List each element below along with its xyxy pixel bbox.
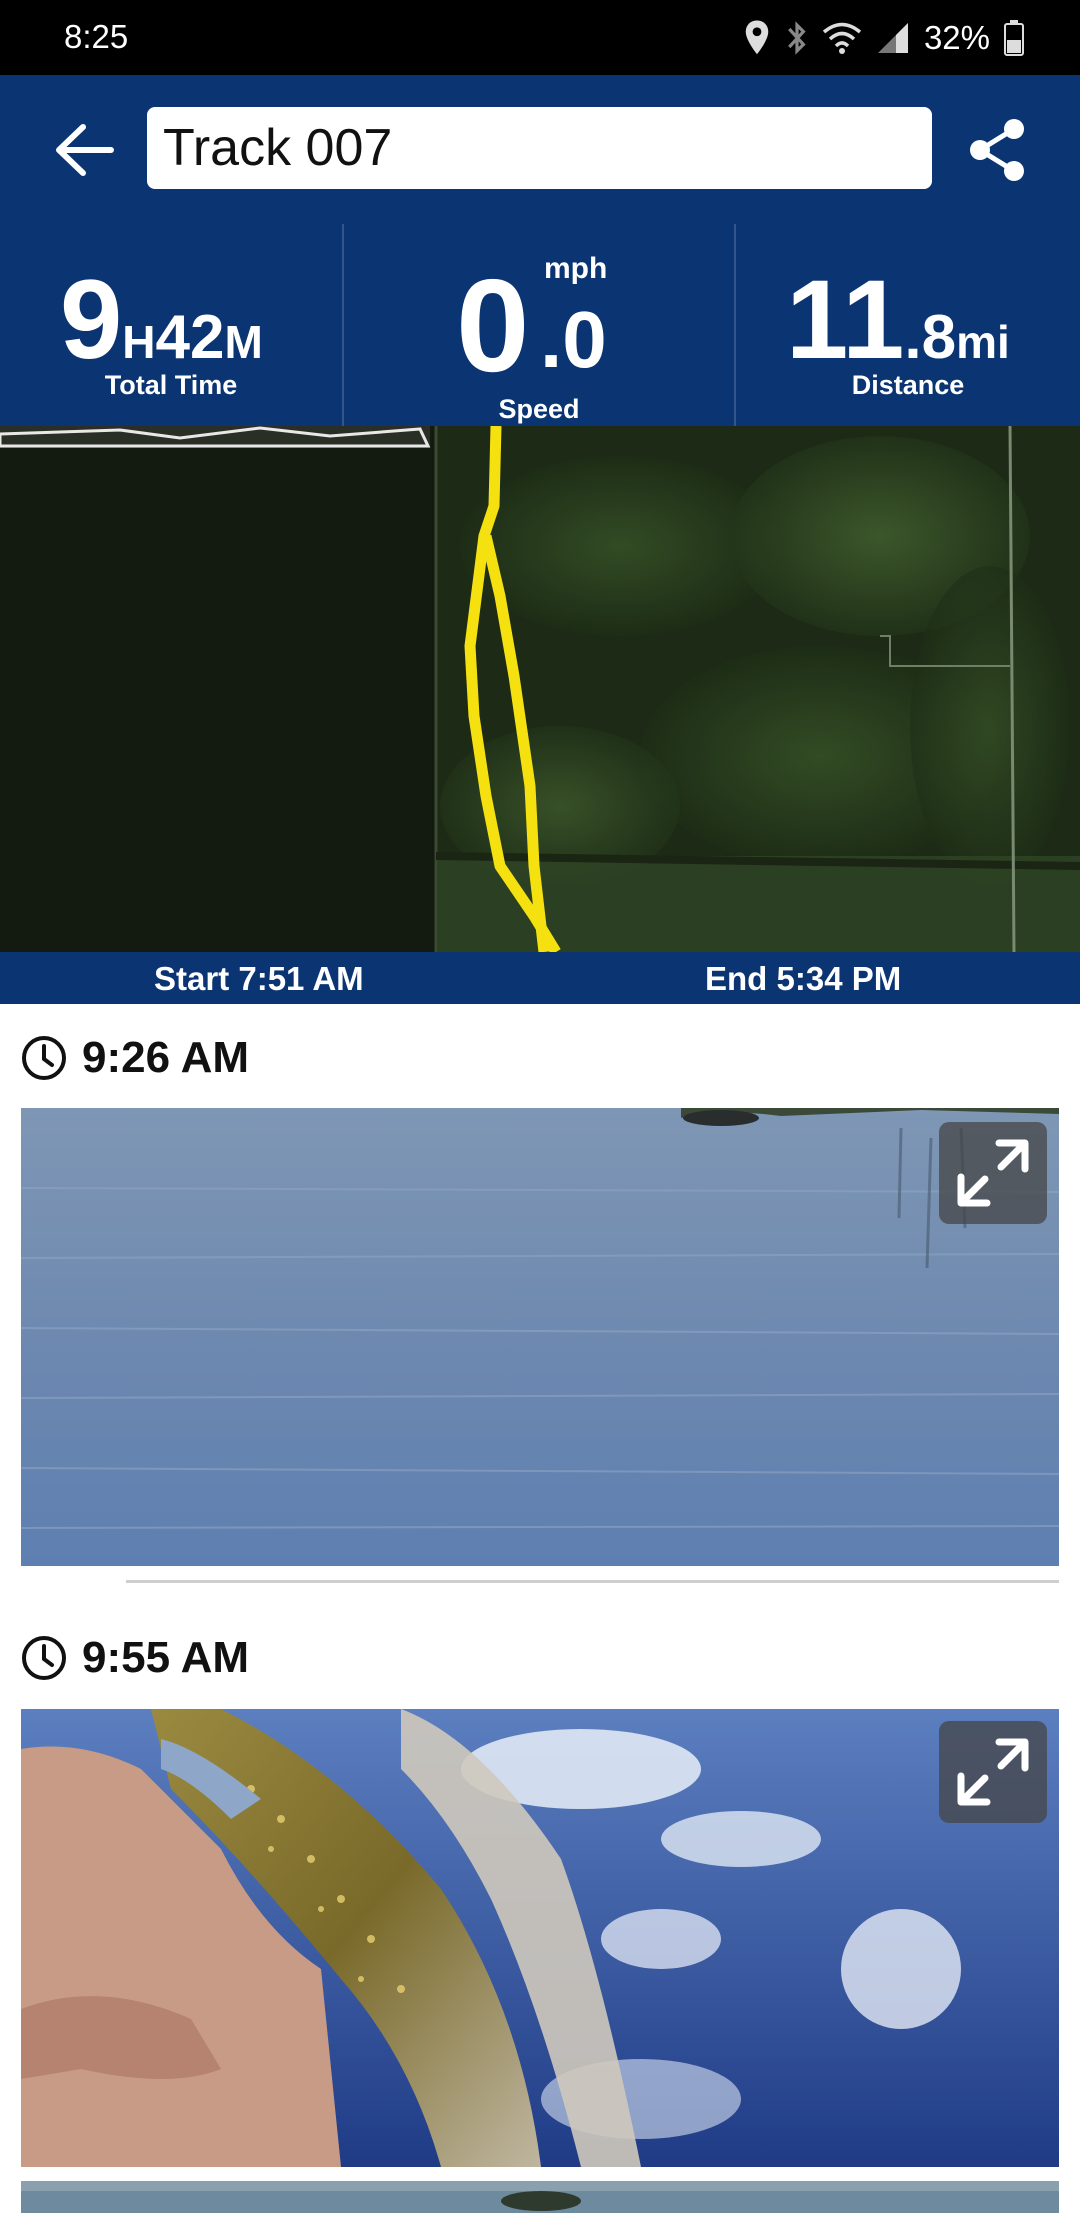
track-time-range: Start 7:51 AM End 5:34 PM [0,952,1080,1004]
speed-stat: 0 mph .0 Speed [344,224,734,426]
speed-unit: mph [544,252,608,285]
distance-unit: mi [956,316,1010,368]
total-time-minutes: 42 [155,303,225,372]
speed-decimal: .0 [540,295,607,384]
entry-time: 9:26 AM [20,1028,249,1088]
status-time: 8:25 [64,18,129,55]
bluetooth-icon [788,21,806,55]
track-title-input[interactable] [147,107,932,189]
speed-whole: 0 [456,252,530,399]
entry-time: 9:55 AM [20,1628,249,1688]
track-stats: 9H42M Total Time 0 mph .0 Speed 11.8mi D… [0,224,1080,426]
expand-photo-button[interactable] [939,1721,1047,1823]
entry-time-label: 9:26 AM [82,1033,250,1082]
track-start-time: Start 7:51 AM [154,960,364,997]
speed-label: Speed [498,394,580,424]
clock-icon [22,1636,66,1680]
partial-photo-image [21,2181,1059,2213]
signal-icon [877,23,908,53]
location-icon [745,20,769,55]
share-icon [970,119,1024,181]
app-bar [0,75,1080,224]
entry-separator [126,1580,1059,1583]
expand-photo-button[interactable] [939,1122,1047,1224]
entry-photo-water[interactable] [21,1108,1059,1566]
arrow-left-icon [56,124,114,176]
total-time-hours: 9 [60,257,123,382]
back-button[interactable] [44,115,124,185]
expand-icon [957,1738,1029,1806]
wifi-icon [822,22,862,54]
fish-photo-image [21,1709,1059,2167]
satellite-map-image [0,426,1080,952]
clock-icon [22,1036,66,1080]
battery-percent: 32% [923,19,990,56]
entry-photo-partial[interactable] [21,2181,1059,2213]
status-bar: 8:25 32% [0,0,1080,75]
track-map[interactable] [0,426,1080,952]
total-time-label: Total Time [104,370,238,400]
distance-whole: 11 [786,257,905,382]
entry-time-label: 9:55 AM [82,1633,250,1682]
total-time-stat: 9H42M Total Time [0,224,342,426]
share-button[interactable] [960,113,1034,187]
distance-stat: 11.8mi Distance [736,224,1080,426]
status-icons: 32% [742,14,1024,62]
distance-decimal: .8 [904,303,957,372]
water-photo-image [21,1108,1059,1566]
entry-photo-fish[interactable] [21,1709,1059,2167]
distance-label: Distance [851,370,965,400]
expand-icon [957,1139,1029,1207]
track-end-time: End 5:34 PM [705,960,902,997]
total-time-minutes-unit: M [224,316,263,368]
total-time-hours-unit: H [122,316,156,368]
battery-icon [1004,20,1024,56]
